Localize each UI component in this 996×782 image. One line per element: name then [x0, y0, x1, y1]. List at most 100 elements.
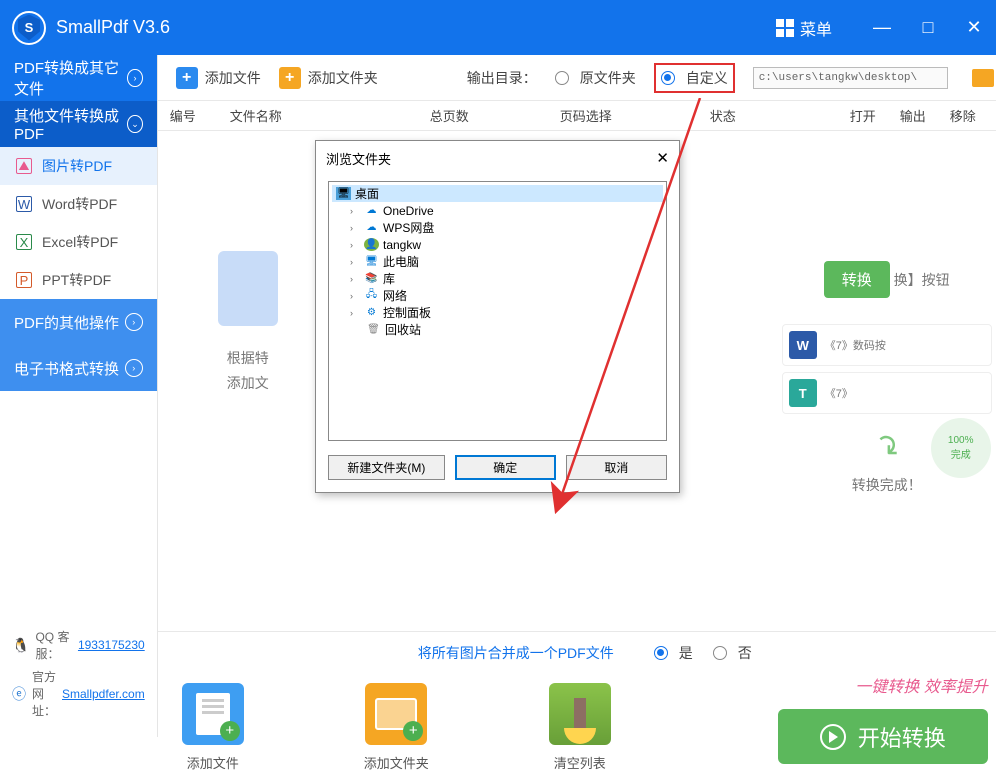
- excel-icon: X: [16, 234, 32, 250]
- convert-preview-button: 转换: [824, 261, 890, 298]
- done-label: 转换完成！: [782, 475, 992, 495]
- qq-number-link[interactable]: 1933175230: [78, 638, 145, 652]
- tree-item-this-pc[interactable]: › 🖥 此电脑: [332, 253, 663, 270]
- chevron-right-icon: ›: [125, 359, 143, 377]
- col-index: 编号: [170, 106, 230, 125]
- file-card: T 《7》 100% 完成: [782, 372, 992, 414]
- caret-icon: ›: [350, 206, 360, 216]
- arrow-icon: ↷: [865, 426, 908, 469]
- maximize-button[interactable]: □: [918, 17, 938, 38]
- trash-icon: 🗑: [366, 323, 381, 336]
- control-panel-icon: ⚙: [364, 306, 379, 319]
- radio-custom-folder[interactable]: 自定义: [661, 68, 728, 88]
- window-controls: — □ ✕: [872, 17, 984, 38]
- bg-hint-right: 转换 换】按钮 W 《7》数码按 T 《7》 100% 完成 ↷ 转换完成！: [782, 261, 992, 495]
- minimize-button[interactable]: —: [872, 17, 892, 38]
- broom-icon: [549, 683, 611, 745]
- menu-button[interactable]: 菜单: [776, 16, 832, 40]
- chevron-right-icon: ›: [127, 69, 142, 87]
- merge-option-row: 将所有图片合并成一个PDF文件 是 否: [158, 631, 996, 673]
- plus-icon: +: [279, 67, 301, 89]
- network-icon: 🖧: [364, 289, 379, 302]
- progress-badge: 100% 完成: [931, 418, 991, 478]
- add-folder-big-button[interactable]: 添加文件夹: [364, 683, 429, 772]
- folder-add-icon: [365, 683, 427, 745]
- add-file-big-button[interactable]: 添加文件: [182, 683, 244, 772]
- ok-button[interactable]: 确定: [455, 455, 556, 480]
- chevron-down-icon: ⌄: [127, 115, 142, 133]
- nav-item-excel-to-pdf[interactable]: X Excel转PDF: [0, 223, 157, 261]
- dialog-close-button[interactable]: ✕: [656, 149, 669, 167]
- nav-item-image-to-pdf[interactable]: ⛰ 图片转PDF: [0, 147, 157, 185]
- col-filename: 文件名称: [230, 106, 430, 125]
- browse-folder-button[interactable]: [972, 69, 994, 87]
- new-folder-button[interactable]: 新建文件夹(M): [328, 455, 445, 480]
- toolbar: + 添加文件 + 添加文件夹 输出目录： 原文件夹 自定义: [158, 55, 996, 101]
- merge-no-radio[interactable]: 否: [713, 643, 752, 663]
- bottom-bar: 添加文件 添加文件夹 清空列表 一键转换 效率提升 开始转换: [158, 673, 996, 782]
- plus-icon: +: [176, 67, 198, 89]
- output-path-input[interactable]: [753, 67, 948, 89]
- caret-icon: ›: [350, 308, 360, 318]
- tree-item-user[interactable]: › 👤 tangkw: [332, 236, 663, 253]
- tree-item-library[interactable]: › 📚 库: [332, 270, 663, 287]
- merge-yes-radio[interactable]: 是: [654, 643, 693, 663]
- tree-item-control-panel[interactable]: › ⚙ 控制面板: [332, 304, 663, 321]
- col-page-select: 页码选择: [560, 106, 710, 125]
- col-pages: 总页数: [430, 106, 560, 125]
- word-icon: W: [789, 331, 817, 359]
- qq-icon: 🐧: [12, 637, 29, 654]
- bg-hint-left: 根据特 添加文: [218, 251, 278, 396]
- col-remove: 移除: [950, 106, 996, 125]
- close-button[interactable]: ✕: [964, 17, 984, 38]
- website-link[interactable]: Smallpdfer.com: [62, 687, 145, 701]
- browse-folder-dialog: 浏览文件夹 ✕ 🖥 桌面 › ☁ OneDrive › ☁ WPS网盘 › 👤 …: [315, 140, 680, 493]
- chevron-right-icon: ›: [125, 313, 143, 331]
- cloud-icon: ☁: [364, 204, 379, 217]
- nav-item-word-to-pdf[interactable]: W Word转PDF: [0, 185, 157, 223]
- dialog-titlebar: 浏览文件夹 ✕: [316, 141, 679, 175]
- merge-label: 将所有图片合并成一个PDF文件: [418, 643, 614, 663]
- sidebar: PDF转换成其它文件 › 其他文件转换成PDF ⌄ ⛰ 图片转PDF W Wor…: [0, 55, 158, 737]
- ppt-icon: P: [16, 272, 32, 288]
- sidebar-footer: 🐧 QQ 客服： 1933175230 ⓔ 官方网址： Smallpdfer.c…: [0, 610, 157, 737]
- nav-section-other-to-pdf[interactable]: 其他文件转换成PDF ⌄: [0, 101, 157, 147]
- col-open: 打开: [850, 106, 900, 125]
- image-icon: ⛰: [16, 158, 32, 174]
- nav-item-ppt-to-pdf[interactable]: P PPT转PDF: [0, 261, 157, 299]
- cancel-button[interactable]: 取消: [566, 455, 667, 480]
- radio-icon: [555, 71, 569, 85]
- radio-icon: [713, 646, 727, 660]
- tree-item-desktop[interactable]: 🖥 桌面: [332, 185, 663, 202]
- title-bar: S SmallPdf V3.6 菜单 — □ ✕: [0, 0, 996, 55]
- clear-list-button[interactable]: 清空列表: [549, 683, 611, 772]
- user-icon: 👤: [364, 238, 379, 251]
- app-title: SmallPdf V3.6: [56, 17, 776, 38]
- nav-section-pdf-other-ops[interactable]: PDF的其他操作 ›: [0, 299, 157, 345]
- caret-icon: ›: [350, 223, 360, 233]
- col-output: 输出: [900, 106, 950, 125]
- radio-checked-icon: [661, 71, 675, 85]
- globe-icon: ⓔ: [12, 684, 26, 704]
- custom-output-highlight: 自定义: [654, 63, 735, 93]
- file-card: W 《7》数码按: [782, 324, 992, 366]
- output-dir-label: 输出目录：: [467, 68, 537, 88]
- app-logo-icon: S: [12, 11, 46, 45]
- tree-item-recycle-bin[interactable]: 🗑 回收站: [332, 321, 663, 338]
- caret-icon: ›: [350, 240, 360, 250]
- radio-source-folder[interactable]: 原文件夹: [555, 68, 636, 88]
- word-icon: W: [16, 196, 32, 212]
- nav-section-pdf-to-other[interactable]: PDF转换成其它文件 ›: [0, 55, 157, 101]
- folder-tree[interactable]: 🖥 桌面 › ☁ OneDrive › ☁ WPS网盘 › 👤 tangkw ›…: [328, 181, 667, 441]
- cloud-icon: ☁: [364, 221, 379, 234]
- document-icon: [218, 251, 278, 326]
- caret-icon: ›: [350, 257, 360, 267]
- tree-item-network[interactable]: › 🖧 网络: [332, 287, 663, 304]
- tree-item-wps[interactable]: › ☁ WPS网盘: [332, 219, 663, 236]
- document-add-icon: [182, 683, 244, 745]
- col-status: 状态: [710, 106, 850, 125]
- add-folder-toolbar-button[interactable]: + 添加文件夹: [279, 67, 378, 89]
- nav-section-ebook[interactable]: 电子书格式转换 ›: [0, 345, 157, 391]
- tree-item-onedrive[interactable]: › ☁ OneDrive: [332, 202, 663, 219]
- add-file-toolbar-button[interactable]: + 添加文件: [176, 67, 261, 89]
